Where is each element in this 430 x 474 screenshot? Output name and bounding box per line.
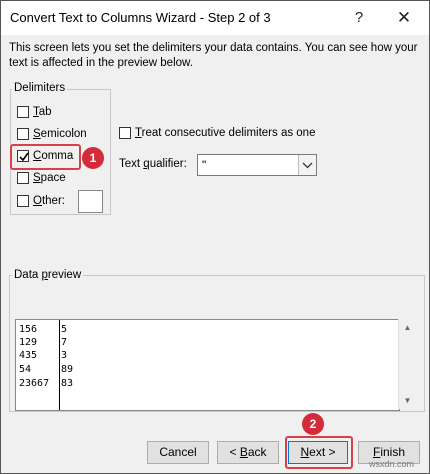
scroll-down-icon[interactable]: ▼	[399, 392, 416, 409]
tab-option[interactable]: Tab	[17, 103, 52, 121]
semicolon-checkbox[interactable]	[17, 128, 29, 140]
callout-badge-1: 1	[82, 147, 104, 169]
space-checkbox[interactable]	[17, 172, 29, 184]
consecutive-option[interactable]: Treat consecutive delimiters as one	[119, 125, 315, 141]
window-title: Convert Text to Columns Wizard - Step 2 …	[10, 10, 271, 25]
wizard-window: Convert Text to Columns Wizard - Step 2 …	[0, 0, 430, 474]
consecutive-checkbox[interactable]	[119, 127, 131, 139]
preview-row: 129 7	[19, 337, 68, 348]
preview-scrollbar[interactable]: ▲ ▼	[398, 319, 416, 409]
other-label: Other:	[33, 195, 65, 207]
watermark: wsxdn.com	[369, 459, 415, 469]
delimiters-group-label: Delimiters	[12, 82, 68, 94]
other-checkbox[interactable]	[17, 195, 29, 207]
data-preview-label: Data preview	[12, 269, 84, 281]
title-bar: Convert Text to Columns Wizard - Step 2 …	[1, 1, 429, 35]
preview-row: 435 3	[19, 350, 68, 361]
semicolon-label: Semicolon	[33, 128, 87, 140]
back-button[interactable]: < Back	[217, 441, 279, 464]
consecutive-label: Treat consecutive delimiters as one	[135, 127, 316, 139]
preview-row: 23667 83	[19, 378, 74, 389]
tab-label: Tab	[33, 106, 52, 118]
space-label: Space	[33, 172, 66, 184]
dropdown-arrow-icon[interactable]	[298, 155, 316, 175]
preview-row: 54 89	[19, 364, 74, 375]
text-qualifier-label: Text qualifier:	[119, 158, 187, 170]
preview-row: 156 5	[19, 324, 68, 335]
text-qualifier-value: "	[202, 158, 207, 172]
help-button[interactable]: ?	[347, 7, 371, 29]
other-delimiter-input[interactable]	[78, 190, 103, 213]
data-preview-pane: 156 5 129 7 435 3 54 89 23667 83	[15, 319, 400, 411]
other-option[interactable]: Other:	[17, 192, 65, 210]
cancel-button[interactable]: Cancel	[147, 441, 209, 464]
scroll-up-icon[interactable]: ▲	[399, 319, 416, 336]
tab-checkbox[interactable]	[17, 106, 29, 118]
space-option[interactable]: Space	[17, 169, 66, 187]
intro-text: This screen lets you set the delimiters …	[9, 42, 418, 69]
semicolon-option[interactable]: Semicolon	[17, 125, 87, 143]
callout-badge-2: 2	[302, 413, 324, 435]
next-highlight	[285, 436, 353, 469]
text-qualifier-select[interactable]: "	[197, 154, 317, 176]
comma-highlight	[10, 144, 81, 170]
close-button[interactable]: ✕	[389, 7, 419, 29]
